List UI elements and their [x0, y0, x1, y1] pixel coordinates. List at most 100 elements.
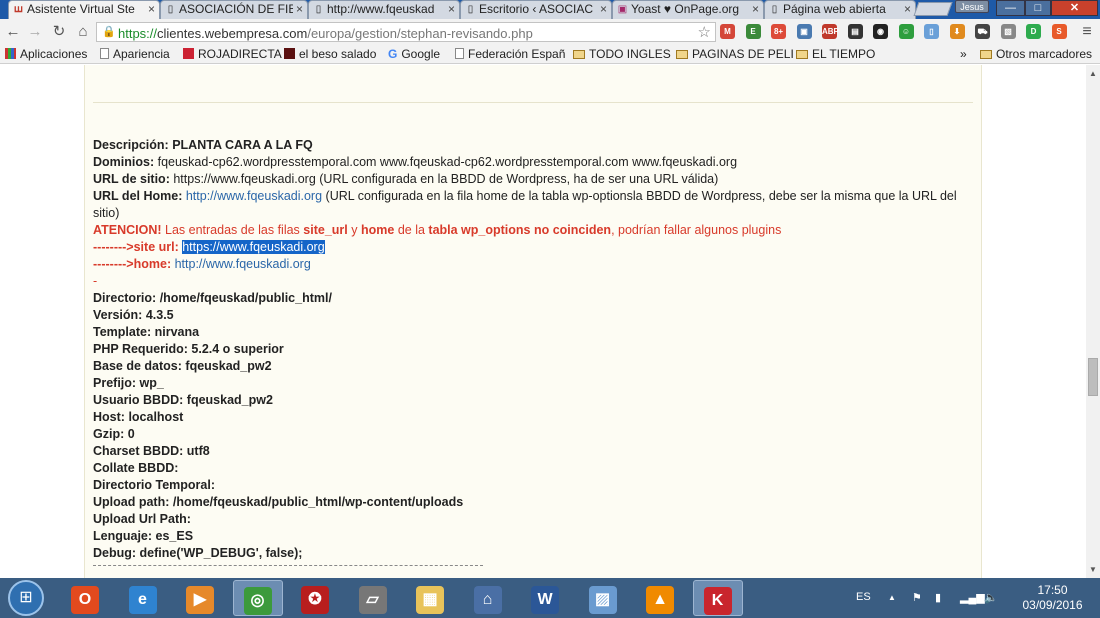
home-url-link[interactable]: http://www.fqeuskadi.org	[186, 189, 322, 203]
taskbar-app-image-viewer[interactable]: ▨	[578, 580, 628, 616]
green-d-icon[interactable]: D	[1026, 24, 1041, 39]
forward-button[interactable]: →	[26, 23, 44, 41]
adblock-plus-icon[interactable]: ABP	[822, 24, 839, 39]
back-button[interactable]: ←	[4, 23, 22, 41]
forward-arrow-icon: →	[27, 23, 43, 40]
start-button[interactable]: ⊞	[8, 580, 44, 616]
green-face-icon[interactable]: ☺	[898, 24, 914, 39]
scroll-up-icon[interactable]: ▲	[1089, 69, 1097, 78]
folder-icon	[573, 50, 585, 59]
taskbar-app-graduation[interactable]: ⌂	[463, 580, 513, 616]
film-icon[interactable]: ▤	[847, 24, 863, 39]
settings-row: Upload path: /home/fqeuskad/public_html/…	[93, 494, 973, 511]
field-key: PHP Requerido:	[93, 342, 188, 356]
tab-fqeuskadi[interactable]: ▯ http://www.fqeuskad ×	[308, 0, 460, 19]
bookmarks-overflow-button[interactable]: »	[960, 47, 967, 61]
field-value: fqeuskad_pw2	[185, 359, 272, 373]
settings-row: Prefijo: wp_	[93, 375, 973, 392]
bookmark-google[interactable]: G Google	[388, 47, 440, 61]
bookmark-rojadirecta[interactable]: ROJADIRECTA	[183, 47, 282, 61]
taskbar-app-scanner[interactable]: ▱	[348, 580, 398, 616]
tab-asistente-virtual[interactable]: ꟺ Asistente Virtual Ste ×	[8, 0, 160, 19]
field-key: Host:	[93, 410, 125, 424]
vlc-icon: ▲	[646, 586, 674, 614]
s-logo-icon[interactable]: S	[1051, 24, 1067, 39]
lock-icon: 🔒	[102, 26, 116, 38]
chrome-menu-button[interactable]: ≡	[1078, 23, 1096, 41]
taskbar-app-media-player[interactable]: ▶	[175, 580, 225, 616]
home-link[interactable]: http://www.fqeuskadi.org	[175, 257, 311, 271]
field-key: URL del Home:	[93, 189, 183, 203]
tray-expand-icon[interactable]: ▲	[888, 593, 896, 602]
user-profile-badge[interactable]: Jesus	[955, 0, 989, 13]
file-explorer-icon: ▦	[416, 586, 444, 614]
taskbar-app-word[interactable]: W	[520, 580, 570, 616]
screen-capture-icon[interactable]: ▣	[796, 24, 812, 39]
page-icon: ▯	[467, 4, 474, 15]
other-bookmarks-folder[interactable]: Otros marcadores	[980, 47, 1092, 61]
tab-yoast[interactable]: ▣ Yoast ♥ OnPage.org ×	[612, 0, 764, 19]
tab-escritorio[interactable]: ▯ Escritorio ‹ ASOCIAC ×	[460, 0, 612, 19]
bookmark-star-icon[interactable]: ☆	[698, 23, 711, 41]
close-icon[interactable]: ×	[448, 2, 455, 16]
close-icon[interactable]: ×	[296, 2, 303, 16]
signal-icon[interactable]: ▂▄▆	[960, 591, 985, 604]
taskbar-app-file-explorer[interactable]: ▦	[405, 580, 455, 616]
close-icon[interactable]: ×	[752, 2, 759, 16]
battery-icon[interactable]: ▮	[935, 591, 941, 604]
gmail-icon[interactable]: M	[720, 24, 735, 39]
tab-label: Yoast ♥ OnPage.org	[631, 2, 740, 16]
scroll-thumb[interactable]	[1088, 358, 1098, 396]
antivirus-red-icon: ✪	[301, 586, 329, 614]
bookmark-aplicaciones[interactable]: Aplicaciones	[5, 47, 87, 61]
scroll-down-icon[interactable]: ▼	[1089, 565, 1097, 574]
taskbar-app-internet-explorer[interactable]: e	[118, 580, 168, 616]
taskbar-app-office[interactable]: O	[60, 580, 110, 616]
bookmark-paginas-de-peli[interactable]: PAGINAS DE PELI	[676, 47, 794, 61]
car-icon[interactable]: ⛟	[975, 24, 990, 39]
download-icon[interactable]: ⬇	[949, 24, 965, 39]
bookmark-label: Federación Españ	[468, 47, 566, 61]
chrome-icon: ◎	[243, 587, 272, 615]
taskbar-app-vlc[interactable]: ▲	[635, 580, 685, 616]
minimize-button[interactable]: —	[996, 0, 1025, 16]
close-icon[interactable]: ×	[904, 2, 911, 16]
doc-icon[interactable]: ▯	[924, 24, 939, 39]
field-value: fqeuskad-cp62.wordpresstemporal.com www.…	[157, 155, 738, 169]
home-icon: ⌂	[78, 23, 88, 40]
address-bar[interactable]: 🔒 https://clientes.webempresa.com/europa…	[96, 22, 716, 42]
vertical-scrollbar[interactable]: ▲ ▼	[1086, 65, 1100, 578]
bookmark-apariencia[interactable]: Apariencia	[100, 47, 170, 61]
field-key: Base de datos:	[93, 359, 182, 373]
evernote-icon[interactable]: E	[745, 24, 761, 39]
image-viewer-icon: ▨	[588, 586, 617, 614]
volume-icon[interactable]: 🔈	[984, 591, 998, 604]
bookmark-todo-ingles[interactable]: TODO INGLES	[573, 47, 671, 61]
close-window-button[interactable]: ✕	[1051, 0, 1098, 16]
reload-button[interactable]: ↻	[50, 23, 68, 41]
taskbar-app-chrome[interactable]: ◎	[232, 580, 283, 616]
bookmark-federacion[interactable]: Federación Españ	[455, 47, 565, 61]
tab-asociacion[interactable]: ▯ ASOCIACIÓN DE FIB ×	[160, 0, 308, 19]
settings-row: Lenguaje: es_ES	[93, 528, 973, 545]
system-clock[interactable]: 17:50 03/09/2016	[1010, 583, 1095, 613]
gray-square-icon[interactable]: ▧	[1000, 24, 1016, 39]
flag-icon[interactable]: ⚑	[912, 591, 922, 604]
page-icon	[100, 48, 109, 59]
home-button[interactable]: ⌂	[74, 23, 92, 41]
bookmark-el-beso-salado[interactable]: el beso salado	[284, 47, 376, 61]
warning-site-url: site_url	[303, 223, 348, 237]
site-url-selected-text[interactable]: https://www.fqeuskadi.org	[182, 240, 325, 254]
close-icon[interactable]: ×	[600, 2, 607, 16]
taskbar-app-kaspersky[interactable]: K	[692, 580, 743, 616]
close-icon[interactable]: ×	[148, 2, 155, 16]
google-plus-icon[interactable]: 8+	[771, 24, 786, 39]
url-text[interactable]: https://clientes.webempresa.com/europa/g…	[118, 26, 533, 41]
language-indicator[interactable]: ES	[856, 591, 871, 603]
bookmark-el-tiempo[interactable]: EL TIEMPO	[796, 47, 875, 61]
taskbar-app-antivirus-red[interactable]: ✪	[290, 580, 340, 616]
maximize-button[interactable]: □	[1025, 0, 1051, 16]
tab-pagina-web[interactable]: ▯ Página web abierta ×	[764, 0, 916, 19]
dark-circle-icon[interactable]: ◉	[873, 24, 888, 39]
new-tab-button[interactable]	[913, 2, 953, 16]
